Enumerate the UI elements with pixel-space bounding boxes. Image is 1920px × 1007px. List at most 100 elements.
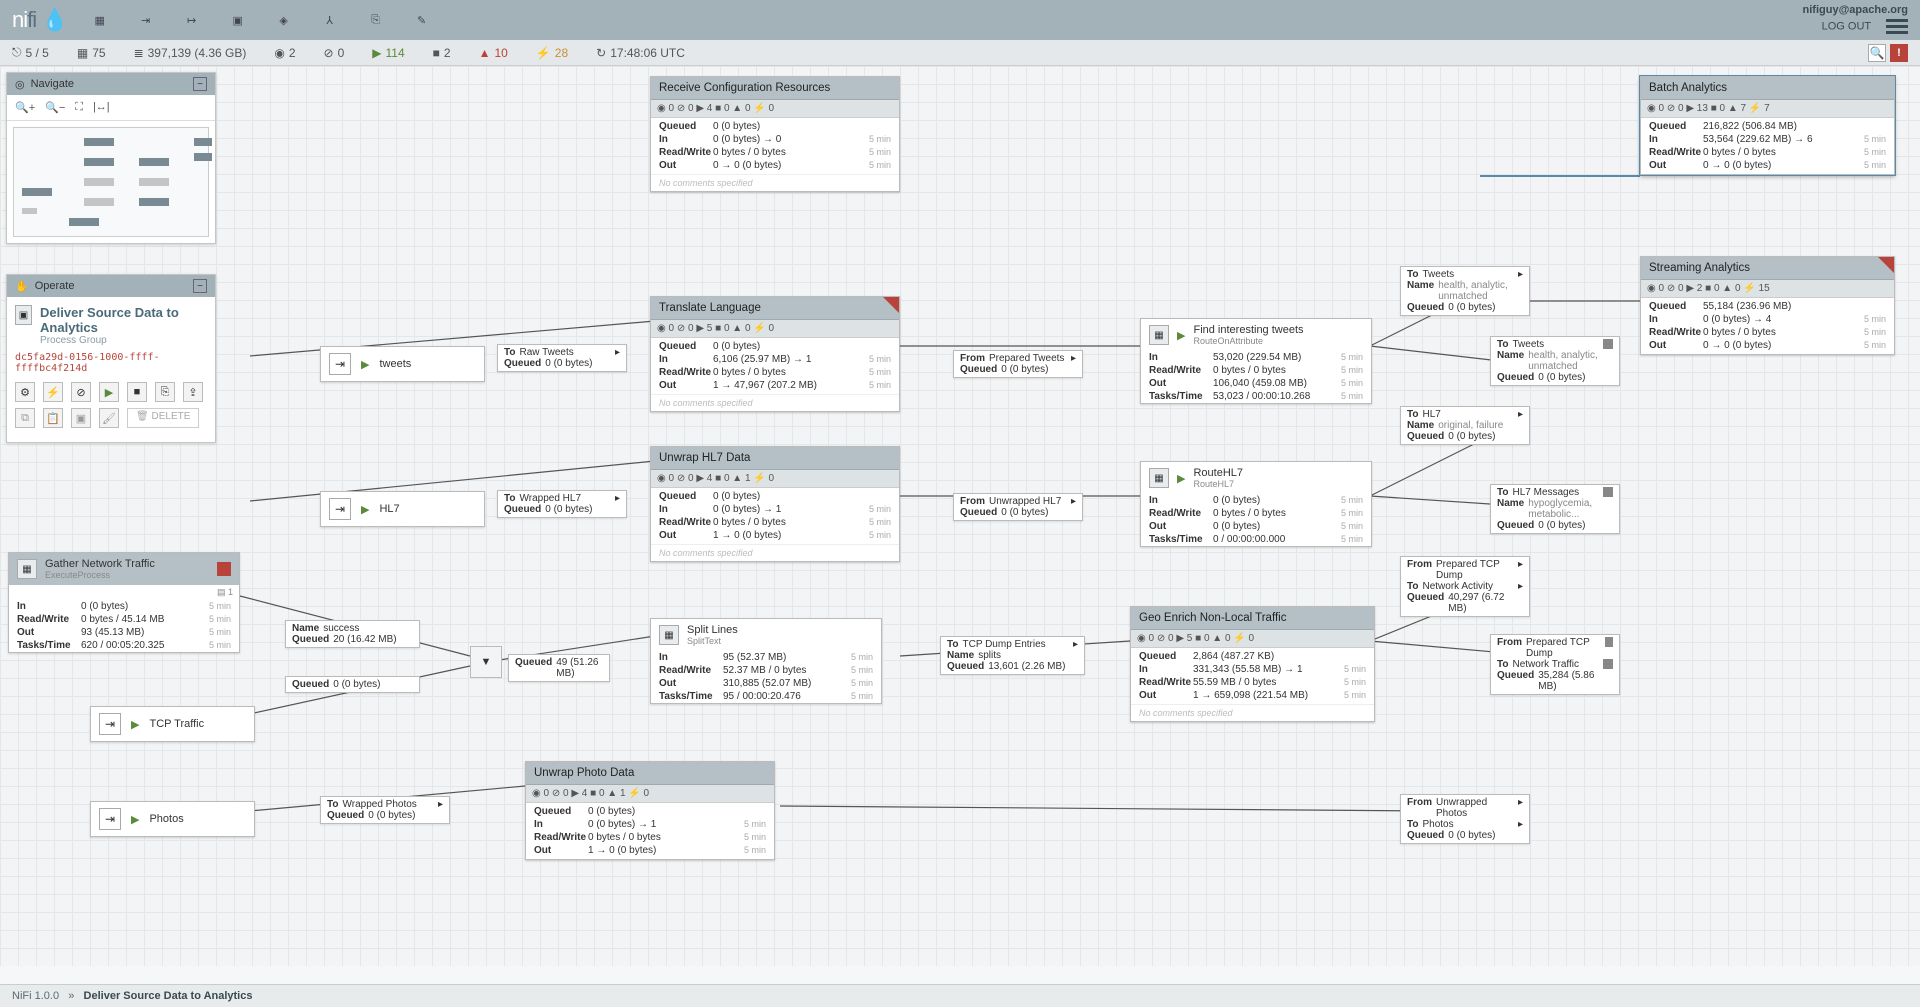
proc-split-lines[interactable]: ▦ Split LinesSplitText In95 (52.37 MB)5 … [650,618,882,704]
pg-translate[interactable]: Translate Language ◉ 0 ⊘ 0 ▶ 5 ■ 0 ▲ 0 ⚡… [650,296,900,412]
processor-icon[interactable]: ▦ [88,8,112,32]
header: nifi 💧 ▦ ⇥ ↦ ▣ ◈ ⅄ ⎘ ✎ nifiguy@apache.or… [0,0,1920,40]
input-port-icon[interactable]: ⇥ [134,8,158,32]
conn-to-tweets[interactable]: To Tweets▸ Name health, analytic, unmatc… [1400,266,1530,316]
conn-to-hl7[interactable]: To HL7▸ Name original, failure Queued 0 … [1400,406,1530,445]
input-port-icon: ⇥ [329,498,351,520]
fit-icon[interactable]: ⛶ [75,101,83,114]
configure-button[interactable]: ⚙ [15,382,35,402]
bulletin-icon[interactable]: ! [1890,44,1908,62]
logout-link[interactable]: LOG OUT [1822,20,1871,32]
conn-funnel-split[interactable]: Queued 49 (51.26 MB) [508,654,610,682]
input-port-icon: ⇥ [99,713,121,735]
conn-photos[interactable]: From Unwrapped Photos▸ To Photos▸ Queued… [1400,794,1530,844]
template-icon[interactable]: ⎘ [364,8,388,32]
search-icon[interactable]: 🔍 [1868,44,1886,62]
operate-name: Deliver Source Data to Analytics [40,305,207,335]
port-hl7[interactable]: ⇥ ▶ HL7 [320,491,485,527]
proc-find-tweets[interactable]: ▦ ▶ Find interesting tweetsRouteOnAttrib… [1140,318,1372,404]
processor-icon: ▦ [659,625,679,645]
username: nifiguy@apache.org [1803,4,1908,16]
remote-group-icon[interactable]: ◈ [272,8,296,32]
input-port-icon: ⇥ [329,353,351,375]
pg-geo-enrich[interactable]: Geo Enrich Non-Local Traffic ◉ 0 ⊘ 0 ▶ 5… [1130,606,1375,722]
play-icon: ▶ [131,813,139,826]
input-port-icon: ⇥ [99,808,121,830]
port-tcp[interactable]: ⇥ ▶ TCP Traffic [90,706,255,742]
status-threads: ▦ 75 [77,46,106,60]
status-refreshed: ↻ 17:48:06 UTC [596,46,685,60]
conn-tcp-dump[interactable]: From Prepared TCP Dump▸ To Network Activ… [1400,556,1530,617]
conn-unwrapped-hl7[interactable]: From Unwrapped HL7▸ Queued 0 (0 bytes) [953,493,1083,521]
delete-button[interactable]: 🗑 DELETE [127,408,199,428]
operate-id: dc5fa29d-0156-1000-ffff-ffffbc4f214d [15,352,207,374]
pg-unwrap-hl7[interactable]: Unwrap HL7 Data ◉ 0 ⊘ 0 ▶ 4 ■ 0 ▲ 1 ⚡ 0 … [650,446,900,562]
conn-tcp-funnel[interactable]: Queued 0 (0 bytes) [285,676,420,693]
conn-wrapped-hl7[interactable]: To Wrapped HL7▸ Queued 0 (0 bytes) [497,490,627,518]
status-bar: ⎋ 5 / 5 ▦ 75 ≣ 397,139 (4.36 GB) ◉ 2 ⊘ 0… [0,40,1920,66]
conn-tcp-entries[interactable]: To TCP Dump Entries▸ Name splits Queued … [940,636,1085,675]
operate-header: ✋ Operate − [7,275,215,297]
start-button[interactable]: ▶ [99,382,119,402]
group-button[interactable]: ▣ [71,408,91,428]
processor-icon: ▦ [17,559,37,579]
stop-button[interactable]: ■ [127,382,147,402]
conn-raw-tweets[interactable]: To Raw Tweets▸ Queued 0 (0 bytes) [497,344,627,372]
proc-route-hl7[interactable]: ▦ ▶ RouteHL7RouteHL7 In0 (0 bytes)5 min … [1140,461,1372,547]
port-tweets[interactable]: ⇥ ▶ tweets [320,346,485,382]
status-invalid: ▲ 10 [479,46,508,60]
logo: nifi 💧 [12,7,68,33]
template-button[interactable]: ⎘ [155,382,175,402]
conn-to-tweets2[interactable]: To Tweets Name health, analytic, unmatch… [1490,336,1620,386]
proc-gather-network[interactable]: ▦ Gather Network TrafficExecuteProcess ▤… [8,552,240,653]
navigate-header: ◎ Navigate − [7,73,215,95]
process-group-icon: ▣ [15,305,32,325]
conn-wrapped-photos[interactable]: To Wrapped Photos▸ Queued 0 (0 bytes) [320,796,450,824]
pg-receive-config[interactable]: Receive Configuration Resources ◉ 0 ⊘ 0 … [650,76,900,192]
collapse-icon[interactable]: − [193,77,207,91]
conn-prepared-tweets[interactable]: From Prepared Tweets▸ Queued 0 (0 bytes) [953,350,1083,378]
header-user: nifiguy@apache.org LOG OUT [1803,4,1908,37]
processor-icon: ▦ [1149,468,1169,488]
canvas[interactable]: ◎ Navigate − 🔍+ 🔍− ⛶ |↔| ✋ Operate − ▣ D… [0,66,1920,966]
enable-button[interactable]: ⚡ [43,382,63,402]
status-disabled: ⚡ 28 [536,46,568,60]
copy-button[interactable]: ⧉ [15,408,35,428]
disable-button[interactable]: ⊘ [71,382,91,402]
label-icon[interactable]: ✎ [410,8,434,32]
color-button[interactable]: 🖌 [99,408,119,428]
status-transmitting: ◉ 2 [274,46,295,60]
collapse-icon[interactable]: − [193,279,207,293]
target-icon: ◎ [15,78,25,91]
pg-unwrap-photo[interactable]: Unwrap Photo Data ◉ 0 ⊘ 0 ▶ 4 ■ 0 ▲ 1 ⚡ … [525,761,775,860]
status-running: ▶ 114 [372,46,404,60]
zoom-out-icon[interactable]: 🔍− [45,101,65,114]
breadcrumb[interactable]: NiFi 1.0.0 » Deliver Source Data to Anal… [0,984,1920,1007]
funnel[interactable]: ▼ [470,646,502,678]
pg-batch-analytics[interactable]: Batch Analytics ◉ 0 ⊘ 0 ▶ 13 ■ 0 ▲ 7 ⚡ 7… [1640,76,1895,175]
funnel-icon[interactable]: ⅄ [318,8,342,32]
zoom-in-icon[interactable]: 🔍+ [15,101,35,114]
navigate-panel: ◎ Navigate − 🔍+ 🔍− ⛶ |↔| [6,72,216,244]
paste-button[interactable]: 📋 [43,408,63,428]
play-icon: ▶ [361,503,369,516]
conn-tcp-dump2[interactable]: From Prepared TCP Dump To Network Traffi… [1490,634,1620,695]
status-queued: ≣ 397,139 (4.36 GB) [134,46,247,60]
play-icon: ▶ [1177,329,1185,342]
upload-button[interactable]: ⇪ [183,382,203,402]
output-port-icon[interactable]: ↦ [180,8,204,32]
actual-size-icon[interactable]: |↔| [93,101,110,114]
operate-actions: ⚙ ⚡ ⊘ ▶ ■ ⎘ ⇪ [15,382,207,402]
operate-panel: ✋ Operate − ▣ Deliver Source Data to Ana… [6,274,216,443]
operate-type: Process Group [40,335,207,346]
process-group-icon[interactable]: ▣ [226,8,250,32]
conn-success[interactable]: Name success Queued 20 (16.42 MB) [285,620,420,648]
status-groups: ⎋ 5 / 5 [12,45,49,60]
birdseye[interactable] [13,127,209,237]
navigate-tools: 🔍+ 🔍− ⛶ |↔| [7,95,215,121]
conn-hl7-messages[interactable]: To HL7 Messages Name hypoglycemia, metab… [1490,484,1620,534]
pg-streaming-analytics[interactable]: Streaming Analytics ◉ 0 ⊘ 0 ▶ 2 ■ 0 ▲ 0 … [1640,256,1895,355]
component-toolbar: ▦ ⇥ ↦ ▣ ◈ ⅄ ⎘ ✎ [88,8,434,32]
port-photos[interactable]: ⇥ ▶ Photos [90,801,255,837]
hamburger-icon[interactable] [1886,16,1908,37]
